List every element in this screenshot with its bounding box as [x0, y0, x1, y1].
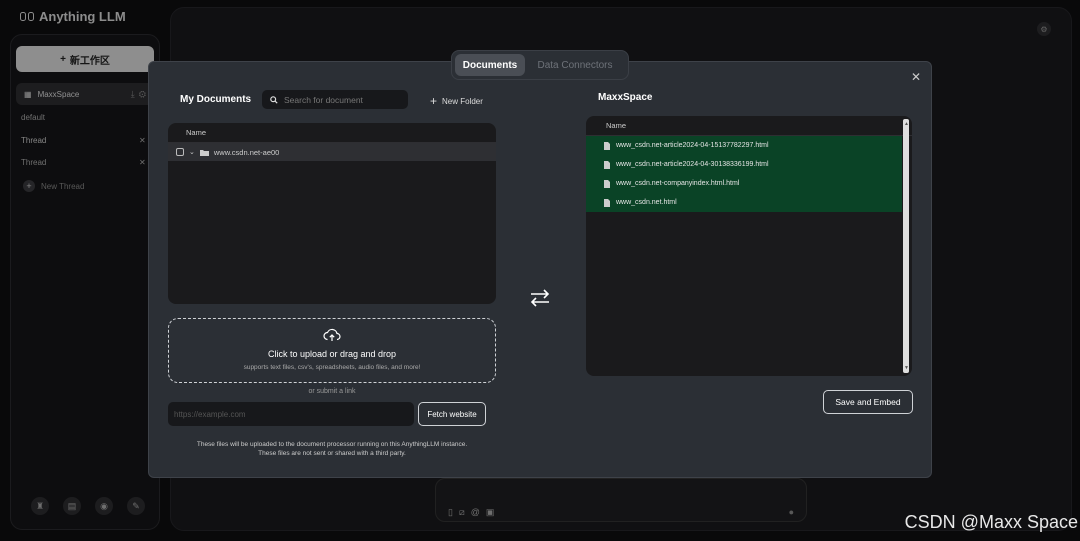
upload-main-text: Click to upload or drag and drop — [267, 349, 397, 359]
column-header-name: Name — [586, 116, 912, 136]
upload-dropzone[interactable]: Click to upload or drag and drop support… — [168, 318, 496, 383]
search-icon — [270, 95, 278, 104]
workspace-file-list: www_csdn.net-article2024-04-15137782297.… — [586, 136, 902, 212]
workspace-documents-panel: Name www_csdn.net-article2024-04-1513778… — [586, 116, 912, 376]
workspace-title: MaxxSpace — [598, 92, 653, 103]
cloud-upload-icon — [323, 328, 341, 341]
file-icon — [604, 160, 610, 169]
my-documents-title: My Documents — [180, 94, 252, 105]
documents-modal: ✕ My Documents + New Folder Name ⌄ www.c… — [148, 61, 932, 478]
column-header-name: Name — [168, 123, 496, 143]
scroll-down-icon[interactable]: ▼ — [904, 365, 909, 371]
workspace-file-row[interactable]: www_csdn.net-article2024-04-15137782297.… — [586, 136, 902, 155]
link-input[interactable] — [168, 402, 414, 426]
workspace-file-row[interactable]: www_csdn.net-companyindex.html.html — [586, 174, 902, 193]
workspace-file-name: www_csdn.net-article2024-04-30138336199.… — [616, 161, 769, 168]
or-submit-link-text: or submit a link — [308, 388, 356, 395]
upload-sub-text: supports text files, csv's, spreadsheets… — [243, 364, 421, 371]
close-icon[interactable]: ✕ — [911, 70, 921, 84]
search-input[interactable] — [284, 94, 394, 105]
folder-icon — [199, 149, 209, 156]
workspace-file-name: www_csdn.net-companyindex.html.html — [616, 180, 740, 187]
scrollbar[interactable]: ▲ ▼ — [903, 119, 909, 373]
save-and-embed-button[interactable]: Save and Embed — [823, 390, 913, 414]
tab-data-connectors[interactable]: Data Connectors — [529, 54, 621, 76]
swap-arrows-icon[interactable] — [529, 288, 551, 308]
folder-checkbox[interactable] — [176, 148, 184, 156]
disclaimer-line-2: These files are not sent or shared with … — [258, 450, 406, 457]
folder-row[interactable]: ⌄ www.csdn.net-ae00 — [168, 143, 496, 161]
file-icon — [604, 179, 610, 188]
modal-tabs: Documents Data Connectors — [451, 50, 629, 80]
chevron-down-icon[interactable]: ⌄ — [189, 148, 195, 156]
workspace-file-name: www_csdn.net.html — [616, 199, 677, 206]
disclaimer-line-1: These files will be uploaded to the docu… — [196, 441, 468, 448]
workspace-file-row[interactable]: www_csdn.net.html — [586, 193, 902, 212]
watermark: CSDN @Maxx Space — [904, 512, 1078, 532]
new-folder-button[interactable]: + New Folder — [430, 94, 483, 108]
tab-documents[interactable]: Documents — [455, 54, 525, 76]
search-box — [262, 90, 408, 109]
plus-icon: + — [430, 94, 438, 108]
disclaimer: These files will be uploaded to the docu… — [168, 440, 496, 458]
workspace-file-row[interactable]: www_csdn.net-article2024-04-30138336199.… — [586, 155, 902, 174]
scroll-up-icon[interactable]: ▲ — [904, 121, 909, 127]
file-icon — [604, 198, 610, 207]
fetch-website-button[interactable]: Fetch website — [418, 402, 486, 426]
new-folder-label: New Folder — [442, 96, 483, 106]
folder-name: www.csdn.net-ae00 — [213, 147, 280, 157]
workspace-file-name: www_csdn.net-article2024-04-15137782297.… — [616, 142, 769, 149]
my-documents-panel: Name ⌄ www.csdn.net-ae00 — [168, 123, 496, 304]
file-icon — [604, 141, 610, 150]
